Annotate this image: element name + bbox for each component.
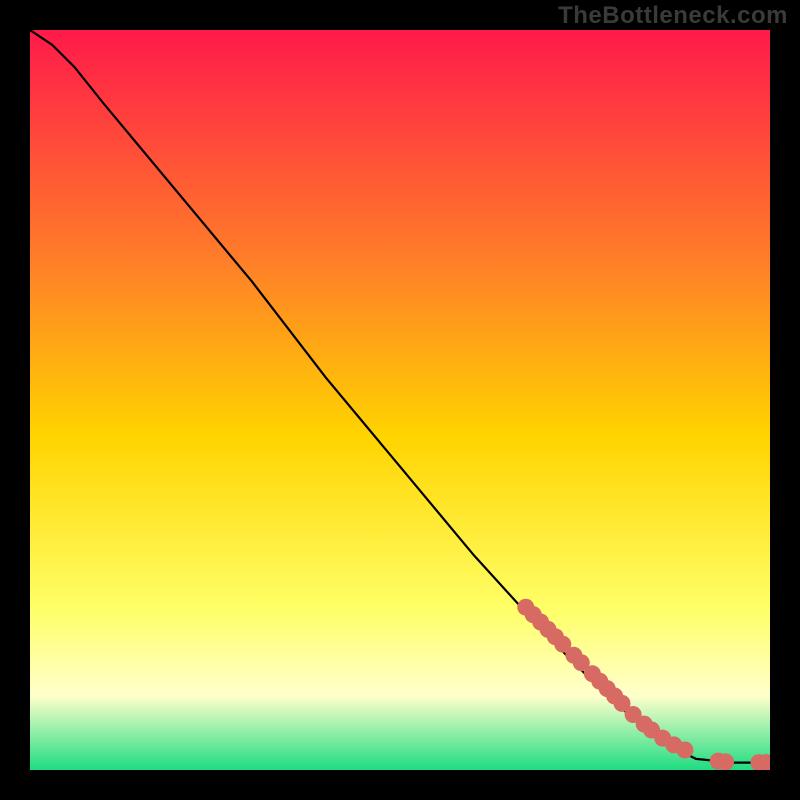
- chart-svg: [30, 30, 770, 770]
- chart-stage: TheBottleneck.com: [0, 0, 800, 800]
- data-marker: [676, 742, 693, 759]
- watermark-text: TheBottleneck.com: [558, 2, 788, 30]
- data-marker: [717, 753, 734, 770]
- plot-area: [30, 30, 770, 770]
- gradient-background: [30, 30, 770, 770]
